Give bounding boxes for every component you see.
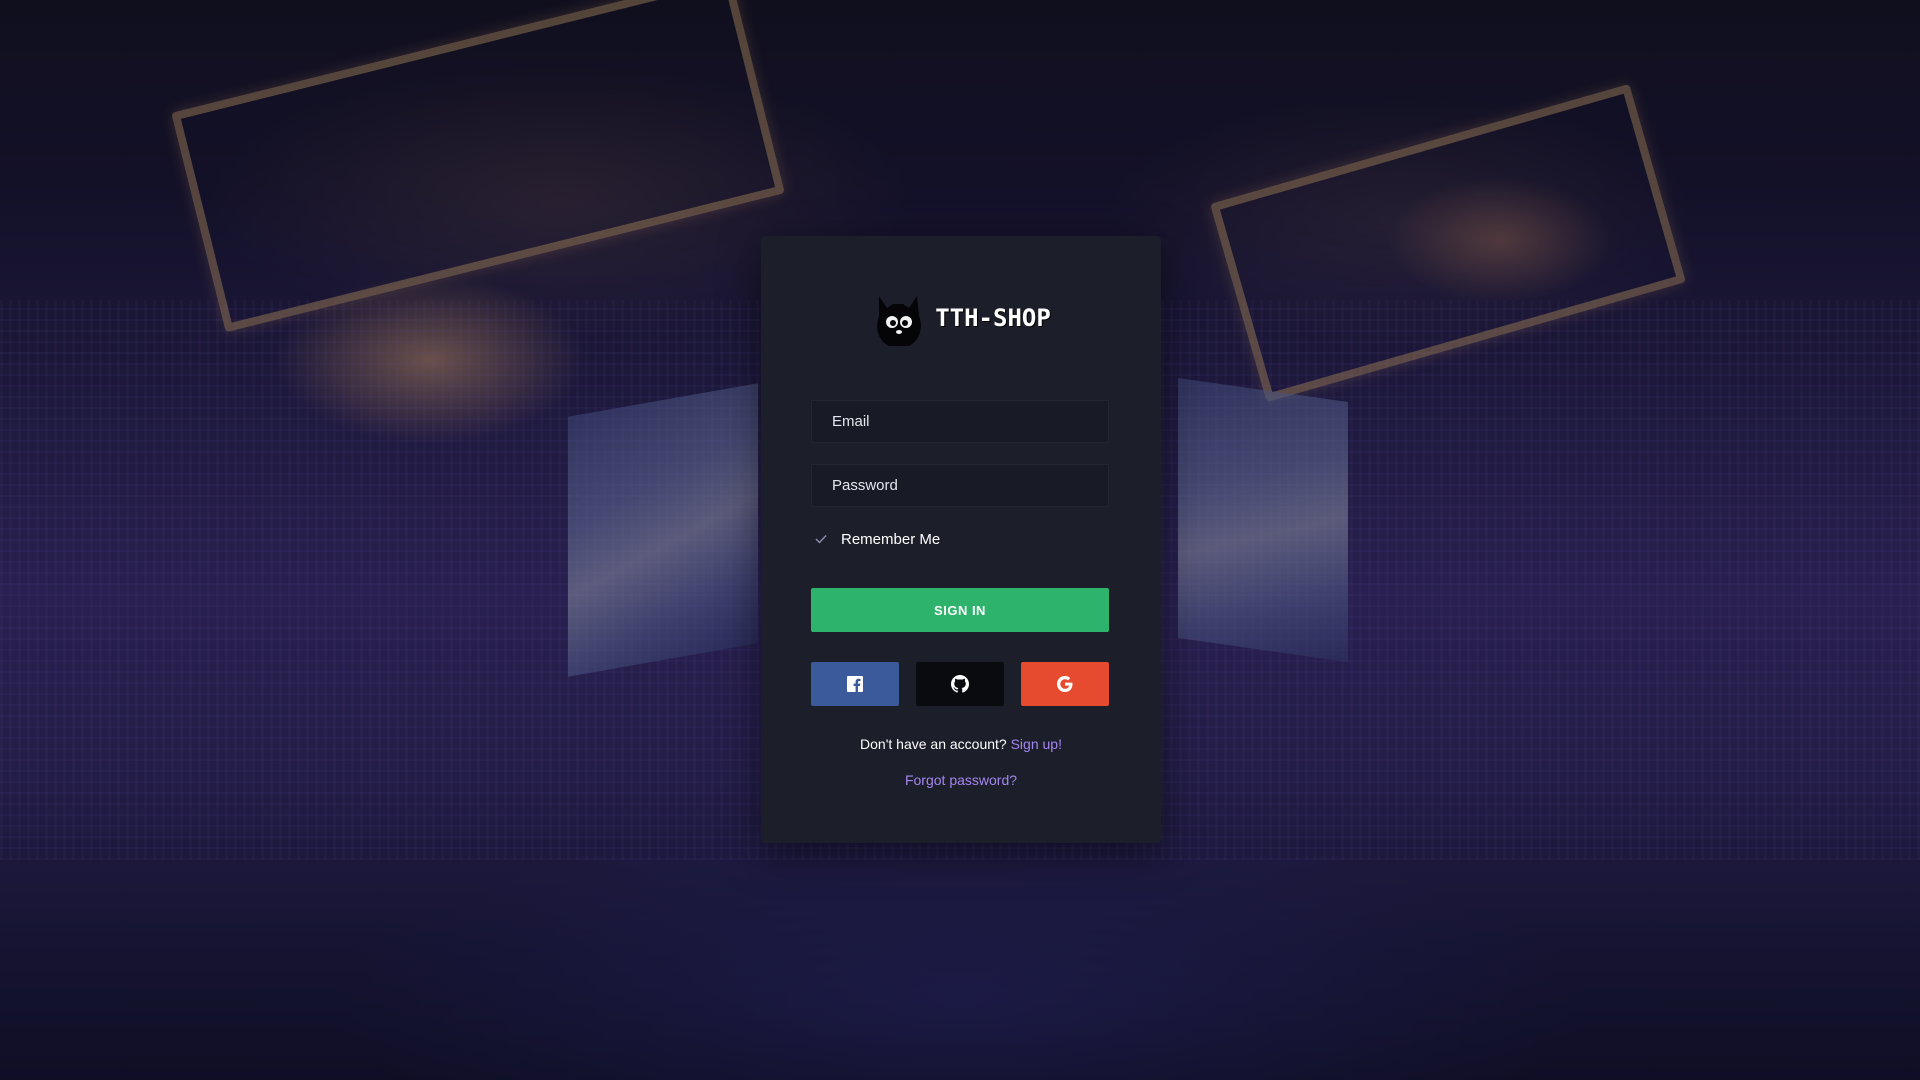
remember-me-toggle[interactable]: Remember Me xyxy=(811,527,940,551)
google-login-button[interactable] xyxy=(1021,662,1109,706)
remember-me-label: Remember Me xyxy=(841,530,941,548)
signup-prompt: Don't have an account? Sign up! xyxy=(761,736,1161,752)
cat-mascot-icon xyxy=(877,296,922,346)
facebook-icon xyxy=(847,676,863,692)
email-field[interactable] xyxy=(811,400,1109,443)
forgot-password-link[interactable]: Forgot password? xyxy=(905,772,1017,788)
brand-logo: TTH-SHOP xyxy=(761,286,1161,350)
facebook-login-button[interactable] xyxy=(811,662,899,706)
signup-prompt-text: Don't have an account? xyxy=(860,736,1007,752)
sign-up-link[interactable]: Sign up! xyxy=(1011,736,1062,752)
checkmark-icon xyxy=(815,535,827,544)
password-field[interactable] xyxy=(811,464,1109,507)
forgot-password-row: Forgot password? xyxy=(761,772,1161,788)
sign-in-button[interactable]: SIGN IN xyxy=(811,588,1109,632)
github-icon xyxy=(951,675,969,693)
brand-name: TTH-SHOP xyxy=(935,304,1051,332)
github-login-button[interactable] xyxy=(916,662,1004,706)
google-icon xyxy=(1057,676,1073,692)
login-card: TTH-SHOP Remember Me SIGN IN Don't xyxy=(761,236,1161,843)
remember-me-checkbox[interactable] xyxy=(811,529,831,549)
